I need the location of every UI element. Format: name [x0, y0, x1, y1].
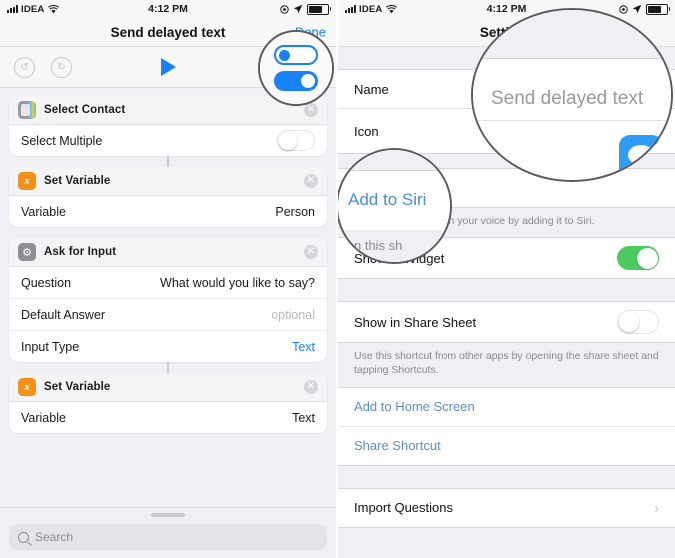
- settings-section-import: Import Questions ›: [338, 487, 675, 528]
- action-header: x Set Variable ✕: [9, 167, 327, 196]
- status-bar-left: IDEA 4:12 PM: [0, 0, 336, 18]
- row-label: Icon: [354, 123, 379, 139]
- play-icon: [160, 58, 176, 76]
- action-title: Set Variable: [44, 381, 111, 393]
- magnifier-name-and-icon: Send delayed text: [471, 8, 673, 182]
- page-title: Send delayed text: [110, 24, 226, 40]
- action-card-ask-for-input[interactable]: ⚙ Ask for Input ✕ Question What would yo…: [9, 238, 327, 362]
- row-label: Import Questions: [354, 500, 453, 516]
- action-title: Ask for Input: [44, 246, 117, 258]
- set-variable-icon: x: [18, 172, 36, 190]
- row-label: Default Answer: [21, 307, 106, 322]
- search-input[interactable]: Search: [9, 524, 327, 550]
- action-row[interactable]: Question What would you like to say?: [9, 267, 327, 299]
- settings-section-share-sheet: Show in Share Sheet: [338, 301, 675, 344]
- remove-icon[interactable]: ✕: [304, 174, 318, 188]
- gear-icon: ⚙: [18, 243, 36, 261]
- remove-icon[interactable]: ✕: [304, 380, 318, 394]
- search-drawer: Search: [0, 507, 336, 558]
- drag-handle[interactable]: [151, 513, 185, 517]
- action-card-set-variable-text[interactable]: x Set Variable ✕ Variable Text: [9, 373, 327, 433]
- add-to-home-screen-label: Add to Home Screen: [354, 399, 475, 415]
- magnifier-toggles-icon: [258, 30, 334, 106]
- remove-icon[interactable]: ✕: [304, 103, 318, 117]
- magnified-siri-note-fragment: n this sh: [354, 238, 403, 253]
- set-variable-icon: x: [18, 378, 36, 396]
- action-title: Select Contact: [44, 104, 126, 116]
- show-in-share-sheet-toggle[interactable]: [617, 310, 659, 335]
- row-value[interactable]: optional: [271, 308, 315, 322]
- row-label: Show in Share Sheet: [354, 314, 477, 330]
- action-row[interactable]: Default Answer optional: [9, 299, 327, 331]
- action-row[interactable]: Input Type Text: [9, 331, 327, 362]
- action-row[interactable]: Variable Person: [9, 196, 327, 227]
- magnified-name-value: Send delayed text: [491, 88, 644, 109]
- row-value[interactable]: Text: [292, 340, 315, 354]
- row-value[interactable]: Text: [292, 411, 315, 425]
- row-label: Name: [354, 81, 389, 97]
- battery-icon: [307, 3, 331, 15]
- action-title: Set Variable: [44, 175, 111, 187]
- share-sheet-note: Use this shortcut from other apps by ope…: [354, 350, 659, 377]
- workflow-action-list: Select Contact ✕ Select Multiple x Set V…: [0, 88, 336, 433]
- show-in-widget-toggle[interactable]: [617, 246, 659, 271]
- remove-icon[interactable]: ✕: [304, 245, 318, 259]
- settings-section-actions: Add to Home Screen Share Shortcut: [338, 386, 675, 466]
- action-row[interactable]: Select Multiple: [9, 125, 327, 156]
- location-arrow-icon: [293, 4, 303, 14]
- action-header: x Set Variable ✕: [9, 373, 327, 402]
- magnified-switch-off: [274, 45, 318, 65]
- row-label: Variable: [21, 410, 66, 425]
- row-value[interactable]: What would you like to say?: [160, 276, 315, 290]
- alarm-icon: [280, 4, 289, 14]
- row-label: Variable: [21, 204, 66, 219]
- settings-row-import-questions[interactable]: Import Questions ›: [338, 489, 675, 527]
- action-row[interactable]: Variable Text: [9, 402, 327, 433]
- settings-row-show-in-share-sheet[interactable]: Show in Share Sheet: [338, 302, 675, 342]
- chevron-right-icon: ›: [654, 499, 659, 516]
- magnifier-add-to-siri: Add to Siri n this sh: [338, 148, 452, 264]
- row-label: Input Type: [21, 339, 80, 354]
- left-phone-screen: IDEA 4:12 PM Send delayed text ↺ ↻ Selec…: [0, 0, 338, 558]
- row-label: Select Multiple: [21, 133, 103, 148]
- add-to-home-screen-button[interactable]: Add to Home Screen: [338, 388, 675, 427]
- row-value[interactable]: Person: [275, 205, 315, 219]
- dual-screenshot: IDEA 4:12 PM Send delayed text ↺ ↻ Selec…: [0, 0, 675, 558]
- magnified-switch-on: [274, 71, 318, 91]
- share-shortcut-button[interactable]: Share Shortcut: [338, 427, 675, 465]
- magnified-message-bubble-icon: [619, 135, 663, 179]
- action-card-select-contact[interactable]: Select Contact ✕ Select Multiple: [9, 96, 327, 156]
- search-placeholder: Search: [35, 530, 74, 544]
- action-header: ⚙ Ask for Input ✕: [9, 238, 327, 267]
- contacts-icon: [18, 101, 36, 119]
- select-multiple-toggle[interactable]: [277, 130, 315, 151]
- search-icon: [18, 531, 29, 543]
- row-label: Question: [21, 275, 72, 290]
- right-phone-screen: IDEA 4:12 PM Settings: [338, 0, 675, 558]
- magnified-add-to-siri-label: Add to Siri: [348, 190, 427, 209]
- share-shortcut-label: Share Shortcut: [354, 438, 441, 454]
- status-bar-right-group: [280, 3, 331, 15]
- action-connector: [167, 156, 169, 167]
- action-connector: [167, 362, 169, 373]
- action-card-set-variable-person[interactable]: x Set Variable ✕ Variable Person: [9, 167, 327, 227]
